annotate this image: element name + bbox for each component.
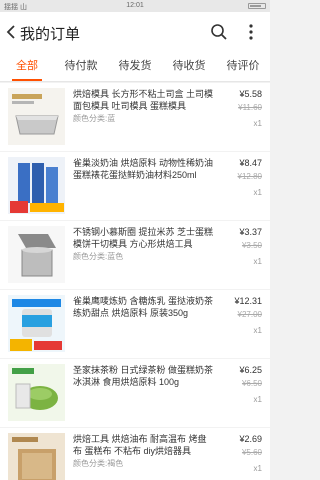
chevron-left-icon[interactable] [4,24,20,40]
tab-pending-review[interactable]: 待评价 [216,52,270,81]
clock: 12:01 [126,2,144,9]
order-item[interactable]: 雀巢淡奶油 烘焙原料 动物性稀奶油蛋糕裱花蛋挞鲜奶油材料250ml ¥8.47 … [0,152,270,220]
product-quantity: x1 [253,326,262,335]
product-thumbnail [8,157,65,214]
order-item[interactable]: 烘焙模具 长方形不粘土司盒 土司模 面包模具 吐司模具 蛋糕模具 颜色分类:蓝 … [0,83,270,151]
status-bar: 揺揺 山 12:01 [0,0,270,12]
order-item[interactable]: 烘焙工具 烘焙油布 耐高温布 烤盘布 蛋糕布 不粘布 diy烘焙器具 颜色分类:… [0,428,270,480]
page-title: 我的订单 [20,26,81,43]
order-tabs: 全部 待付款 待发货 待收货 待评价 [0,52,270,82]
tab-pending-shipment[interactable]: 待发货 [108,52,162,81]
product-title: 雀巢鹰唛炼奶 含糖炼乳 蛋挞液奶茶练奶甜点 烘焙原料 原装350g [73,296,213,318]
product-spec: 颜色分类:蓝色 [73,252,124,261]
order-item[interactable]: 雀巢鹰唛炼奶 含糖炼乳 蛋挞液奶茶练奶甜点 烘焙原料 原装350g ¥12.31… [0,290,270,358]
tab-pending-payment[interactable]: 待付款 [54,52,108,81]
product-price: ¥3.37 [239,227,262,237]
order-list: 烘焙模具 长方形不粘土司盒 土司模 面包模具 吐司模具 蛋糕模具 颜色分类:蓝 … [0,83,270,480]
order-item[interactable]: 不锈钢小慕斯圈 提拉米苏 芝士蛋糕模饼干切模具 方心形烘焙工具 颜色分类:蓝色 … [0,221,270,289]
tab-pending-receipt[interactable]: 待收货 [162,52,216,81]
product-price: ¥2.69 [239,434,262,444]
product-title: 烘焙工具 烘焙油布 耐高温布 烤盘布 蛋糕布 不粘布 diy烘焙器具 [73,434,207,456]
product-thumbnail [8,295,65,352]
product-quantity: x1 [253,395,262,404]
product-spec: 颜色分类:褐色 [73,459,124,468]
battery-icon [248,3,266,9]
product-original-price: ¥11.60 [238,103,262,112]
search-icon[interactable] [210,23,228,41]
product-title: 圣家抹茶粉 日式绿茶粉 做蛋糕奶茶冰淇淋 食用烘焙原料 100g [73,365,213,387]
product-price: ¥6.25 [239,365,262,375]
product-price: ¥12.31 [234,296,262,306]
product-price: ¥8.47 [239,158,262,168]
product-thumbnail [8,433,65,480]
product-title: 烘焙模具 长方形不粘土司盒 土司模 面包模具 吐司模具 蛋糕模具 [73,89,213,111]
product-spec: 颜色分类:蓝 [73,114,116,123]
product-original-price: ¥27.00 [237,310,262,319]
product-price: ¥5.58 [239,89,262,99]
product-quantity: x1 [253,188,262,197]
product-original-price: ¥6.50 [241,379,262,388]
product-quantity: x1 [253,119,262,128]
product-original-price: ¥12.80 [237,172,262,181]
product-original-price: ¥5.60 [241,448,262,457]
more-vertical-icon[interactable] [244,22,258,42]
product-thumbnail [8,88,65,145]
order-item[interactable]: 圣家抹茶粉 日式绿茶粉 做蛋糕奶茶冰淇淋 食用烘焙原料 100g ¥6.25 ¥… [0,359,270,427]
product-quantity: x1 [253,464,262,473]
product-original-price: ¥3.50 [241,241,262,250]
title-bar: 我的订单 [0,12,270,52]
product-title: 不锈钢小慕斯圈 提拉米苏 芝士蛋糕模饼干切模具 方心形烘焙工具 [73,227,213,249]
product-quantity: x1 [253,257,262,266]
product-thumbnail [8,226,65,283]
product-title: 雀巢淡奶油 烘焙原料 动物性稀奶油蛋糕裱花蛋挞鲜奶油材料250ml [73,158,213,180]
tab-all[interactable]: 全部 [0,52,54,81]
product-thumbnail [8,364,65,421]
